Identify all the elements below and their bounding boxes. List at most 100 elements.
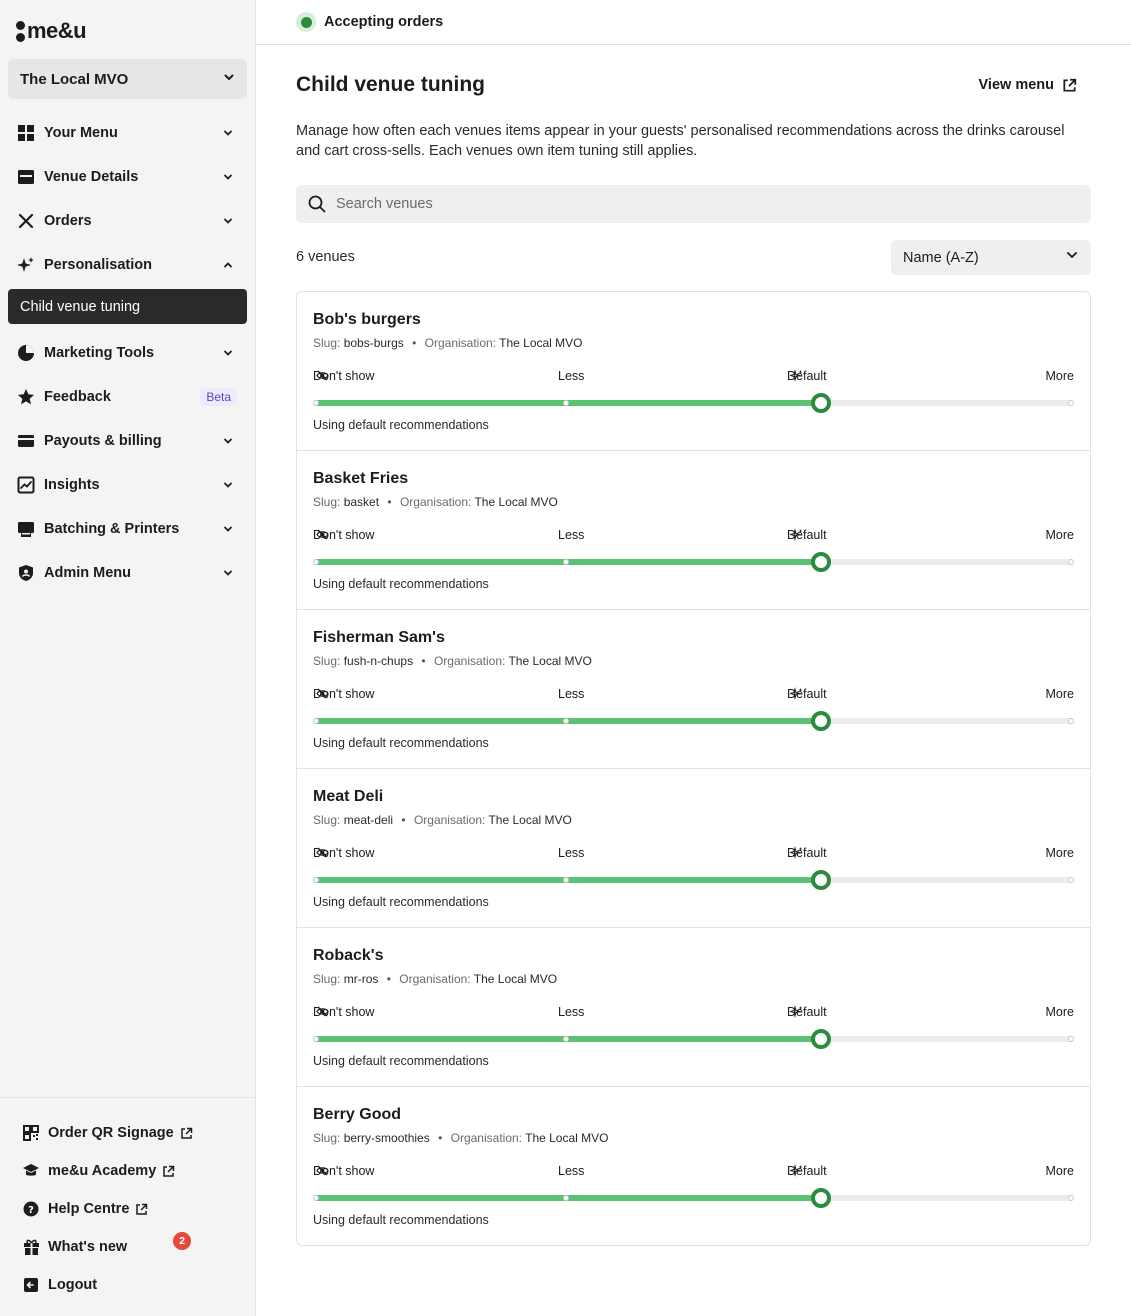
tuning-slider[interactable] [313, 552, 1074, 572]
tuning-slider[interactable] [313, 1029, 1074, 1049]
venue-meta: Slug: berry-smoothies • Organisation: Th… [313, 1131, 609, 1145]
footer-item-label: Order QR Signage [48, 1125, 174, 1141]
grid-icon [16, 123, 36, 143]
footer-item-logout[interactable]: Logout [0, 1266, 255, 1304]
footer-item-whats-new[interactable]: What's new 2 [0, 1228, 255, 1266]
venue-meta: Slug: mr-ros • Organisation: The Local M… [313, 972, 557, 986]
scale-label-dont-show: Don't show [313, 1164, 374, 1178]
slider-stop[interactable] [313, 1195, 319, 1201]
status-indicator-icon [296, 12, 316, 32]
scale-label-more: More [1045, 528, 1074, 542]
slug-label: Slug: [313, 972, 341, 986]
sidebar-item-orders[interactable]: Orders [8, 199, 247, 243]
tuning-slider[interactable] [313, 393, 1074, 413]
slider-stop[interactable] [1068, 718, 1074, 724]
sidebar-item-admin-menu[interactable]: Admin Menu [8, 551, 247, 595]
slider-thumb[interactable] [811, 393, 831, 413]
scale-label-text: Don't show [313, 369, 375, 383]
meta-separator: • [421, 654, 426, 668]
venue-organisation: The Local MVO [474, 495, 558, 509]
venue-slug: fush-n-chups [343, 654, 414, 668]
sidebar-item-insights[interactable]: Insights [8, 463, 247, 507]
sidebar-item-batching-printers[interactable]: Batching & Printers [8, 507, 247, 551]
scale-label-less: Less [558, 528, 585, 542]
venue-meta: Slug: basket • Organisation: The Local M… [313, 495, 558, 509]
venue-slug: mr-ros [343, 972, 379, 986]
tuning-scale-labels: Don't show Less Default More [313, 687, 1074, 703]
sidebar-item-label: Admin Menu [44, 565, 131, 581]
scale-label-text: Default [787, 846, 827, 860]
slider-stop[interactable] [563, 718, 569, 724]
slider-stop[interactable] [1068, 877, 1074, 883]
scale-label-dont-show: Don't show [313, 846, 374, 860]
scale-label-more: More [1045, 1164, 1074, 1178]
sidebar: me&u The Local MVO Your Menu Venue Detai… [0, 0, 256, 1316]
svg-text:?: ? [28, 1205, 34, 1216]
order-status-text[interactable]: Accepting orders [324, 14, 443, 30]
venue-card: Meat Deli Slug: meat-deli • Organisation… [297, 769, 1090, 928]
sparkle-icon [16, 255, 36, 275]
slider-stop[interactable] [563, 559, 569, 565]
sidebar-item-label: Child venue tuning [20, 298, 141, 315]
sidebar-item-label: Marketing Tools [44, 345, 155, 361]
slider-stop[interactable] [313, 559, 319, 565]
sidebar-item-personalisation[interactable]: Personalisation [8, 243, 247, 287]
sidebar-item-your-menu[interactable]: Your Menu [8, 111, 247, 155]
search-input[interactable] [336, 196, 1036, 212]
footer-item-order-qr-signage[interactable]: Order QR Signage [0, 1114, 255, 1152]
sidebar-item-payouts-billing[interactable]: Payouts & billing [8, 419, 247, 463]
pie-chart-icon [16, 343, 36, 363]
slider-stop[interactable] [313, 1036, 319, 1042]
slug-label: Slug: [313, 495, 341, 509]
venue-selector[interactable]: The Local MVO [8, 59, 247, 99]
slider-thumb[interactable] [811, 1188, 831, 1208]
slider-stop[interactable] [1068, 1036, 1074, 1042]
slider-stop[interactable] [1068, 1195, 1074, 1201]
footer-item-help-centre[interactable]: ? Help Centre [0, 1190, 255, 1228]
venue-name: Basket Fries [313, 470, 409, 487]
venue-card: Basket Fries Slug: basket • Organisation… [297, 451, 1090, 610]
slider-thumb[interactable] [811, 552, 831, 572]
slider-stop[interactable] [313, 718, 319, 724]
slider-stop[interactable] [1068, 400, 1074, 406]
view-menu-link[interactable]: View menu [979, 77, 1077, 93]
sidebar-item-label: Feedback [44, 389, 111, 405]
slider-stop[interactable] [563, 877, 569, 883]
venue-card: Bob's burgers Slug: bobs-burgs • Organis… [297, 292, 1090, 451]
slider-thumb[interactable] [811, 1029, 831, 1049]
scale-label-text: Default [787, 1005, 827, 1019]
organisation-label: Organisation: [424, 336, 497, 350]
slider-stop[interactable] [563, 1195, 569, 1201]
chevron-down-icon [221, 434, 235, 448]
footer-item-label: me&u Academy [48, 1163, 157, 1179]
chevron-down-icon [221, 478, 235, 492]
slider-stop[interactable] [1068, 559, 1074, 565]
slider-thumb[interactable] [811, 870, 831, 890]
tuning-slider[interactable] [313, 870, 1074, 890]
sidebar-item-feedback[interactable]: Feedback Beta [8, 375, 247, 419]
footer-item-academy[interactable]: me&u Academy [0, 1152, 255, 1190]
venue-name: Berry Good [313, 1106, 402, 1123]
sidebar-item-marketing-tools[interactable]: Marketing Tools [8, 331, 247, 375]
organisation-label: Organisation: [433, 654, 506, 668]
beta-badge: Beta [200, 388, 237, 406]
tuning-status-text: Using default recommendations [313, 1054, 489, 1068]
tuning-slider[interactable] [313, 711, 1074, 731]
sidebar-item-label: Your Menu [44, 125, 118, 141]
sidebar-item-venue-details[interactable]: Venue Details [8, 155, 247, 199]
scale-label-default: Default [787, 528, 827, 542]
scale-label-text: Default [787, 1164, 827, 1178]
chevron-down-icon [221, 566, 235, 580]
sidebar-item-child-venue-tuning[interactable]: Child venue tuning [8, 289, 247, 324]
sort-select[interactable]: Name (A-Z) [891, 240, 1091, 275]
brand-logo[interactable]: me&u [16, 18, 87, 44]
slider-stop[interactable] [313, 877, 319, 883]
meta-separator: • [386, 972, 391, 986]
slider-thumb[interactable] [811, 711, 831, 731]
slider-stop[interactable] [313, 400, 319, 406]
slider-stop[interactable] [563, 400, 569, 406]
slider-stop[interactable] [563, 1036, 569, 1042]
graduation-cap-icon [22, 1162, 40, 1180]
meta-separator: • [387, 495, 392, 509]
tuning-slider[interactable] [313, 1188, 1074, 1208]
